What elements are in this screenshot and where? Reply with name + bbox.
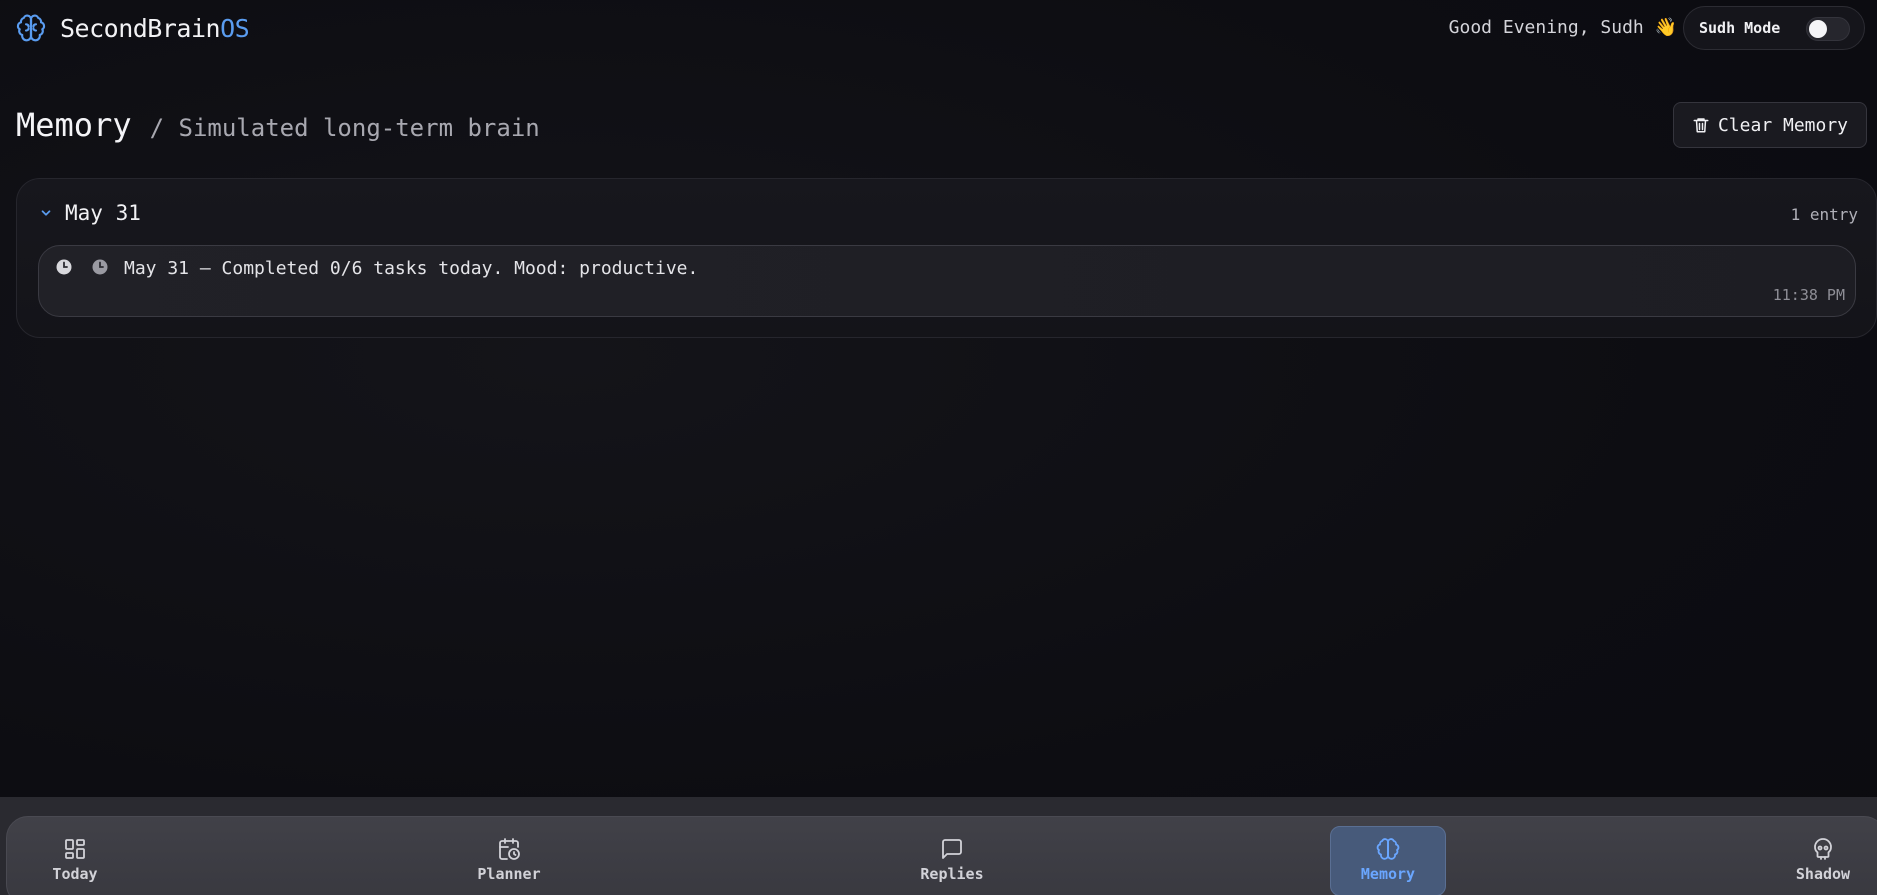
nav-label: Replies: [920, 865, 984, 883]
switch-knob: [1809, 20, 1827, 38]
page-title: Memory: [16, 106, 132, 144]
nav-label: Today: [52, 865, 98, 883]
grid-icon: [65, 839, 85, 859]
page-subtitle: / Simulated long-term brain: [149, 114, 540, 142]
nav-item-memory[interactable]: Memory: [1330, 826, 1446, 895]
entry-timestamp: 11:38 PM: [1772, 286, 1845, 304]
sudh-mode-toggle[interactable]: Sudh Mode: [1683, 6, 1865, 50]
greeting-text: Good Evening, Sudh 👋: [1448, 17, 1677, 38]
clear-memory-button[interactable]: Clear Memory: [1673, 102, 1867, 148]
entry-text: May 31 – Completed 0/6 tasks today. Mood…: [124, 258, 699, 279]
memory-entry[interactable]: May 31 – Completed 0/6 tasks today. Mood…: [38, 245, 1856, 317]
brain-icon: [1376, 838, 1400, 860]
chat-bubble-icon: [942, 839, 962, 859]
bottom-nav: Today Planner Replies Memory Shadow: [6, 816, 1877, 895]
app-name: SecondBrainOS: [60, 13, 250, 43]
app-logo[interactable]: SecondBrainOS: [16, 13, 250, 43]
calendar-clock-icon: [499, 838, 520, 860]
group-date: May 31: [65, 201, 141, 225]
nav-item-shadow[interactable]: Shadow: [1778, 817, 1868, 895]
clock-icon: [92, 259, 108, 275]
clear-memory-label: Clear Memory: [1717, 114, 1849, 136]
clock-icon: [56, 259, 72, 275]
chevron-down-icon: [41, 210, 51, 216]
trash-icon: [1693, 118, 1709, 133]
nav-item-today[interactable]: Today: [35, 817, 115, 895]
brain-icon: [16, 14, 46, 42]
mode-label: Sudh Mode: [1699, 19, 1781, 37]
memory-group: May 31 1 entry May 31 – Completed 0/6 ta…: [16, 178, 1877, 338]
top-header: SecondBrainOS Good Evening, Sudh 👋 Sudh …: [0, 0, 1877, 56]
skull-icon: [1814, 838, 1832, 860]
entry-count: 1 entry: [1790, 205, 1858, 224]
group-toggle[interactable]: May 31: [39, 201, 141, 225]
page-header: Memory / Simulated long-term brain: [16, 106, 540, 144]
nav-item-replies[interactable]: Replies: [902, 817, 1002, 895]
nav-item-planner[interactable]: Planner: [459, 817, 559, 895]
nav-label: Planner: [477, 865, 541, 883]
nav-label: Shadow: [1795, 865, 1851, 883]
nav-label: Memory: [1360, 865, 1416, 883]
mode-switch[interactable]: [1806, 17, 1850, 41]
